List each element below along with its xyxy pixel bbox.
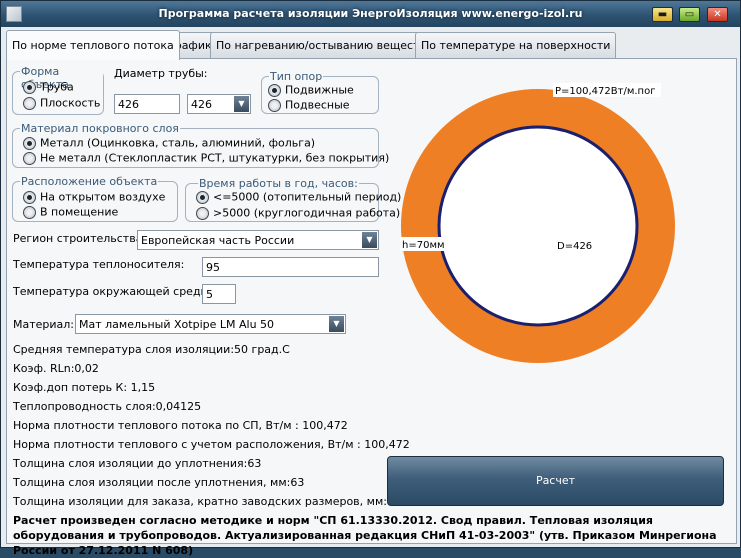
- radio-indoor[interactable]: В помещение: [23, 205, 118, 219]
- diameter-label: D=426: [557, 241, 592, 252]
- radio-heating-period[interactable]: <=5000 (отопительный период): [196, 190, 401, 204]
- pipe-diameter-label: Диаметр трубы:: [114, 67, 208, 80]
- radio-label: <=5000 (отопительный период): [213, 190, 402, 204]
- radio-indicator[interactable]: [23, 80, 36, 94]
- app-window: Программа расчета изоляции ЭнергоИзоляци…: [0, 0, 741, 557]
- result-thickness-after: Толщина слоя изоляции после уплотнения, …: [13, 476, 305, 489]
- methodology-note: Расчет произведен согласно методике и но…: [13, 514, 717, 557]
- calculate-button[interactable]: Расчет: [387, 456, 724, 506]
- radio-indicator[interactable]: [23, 205, 36, 219]
- chevron-down-icon[interactable]: ▼: [234, 96, 249, 112]
- cover-material-group: Материал покровного слоя Металл (Оцинков…: [12, 122, 389, 168]
- result-rln-coefficient: Коэф. RLn:0,02: [13, 362, 99, 375]
- radio-plane[interactable]: Плоскость: [23, 96, 100, 110]
- result-thermal-conductivity: Теплопроводность слоя:0,04125: [13, 400, 202, 413]
- support-type-group: Тип опор Подвижные Подвесные: [261, 70, 379, 114]
- radio-metal[interactable]: Металл (Оцинковка, сталь, алюминий, фоль…: [23, 136, 315, 150]
- minimize-button[interactable]: ▬: [652, 7, 673, 22]
- radio-label: Труба: [40, 80, 74, 94]
- result-thickness-order: Толщина изоляции для заказа, кратно заво…: [13, 495, 401, 508]
- radio-indicator[interactable]: [23, 136, 36, 150]
- chevron-down-icon[interactable]: ▼: [329, 316, 344, 332]
- radio-movable[interactable]: Подвижные: [268, 83, 354, 97]
- radio-year-round[interactable]: >5000 (круглогодичная работа): [196, 206, 400, 220]
- tab-content-panel: Форма объекта Труба Плоскость Диаметр тр…: [6, 58, 737, 557]
- power-label: P=100,472Вт/м.пог: [555, 86, 655, 97]
- object-shape-group: Форма объекта Труба Плоскость: [12, 65, 104, 115]
- result-heat-flux-norm: Норма плотности теплового потока по СП, …: [13, 419, 348, 432]
- pipe-circle: [437, 125, 639, 327]
- insulation-diagram: P=100,472Вт/м.пог h=70мм D=426: [400, 83, 675, 363]
- radio-outdoor[interactable]: На открытом воздухе: [23, 190, 165, 204]
- chevron-down-icon[interactable]: ▼: [362, 232, 377, 248]
- location-legend: Расположение объекта: [20, 175, 159, 188]
- ambient-temp-label: Температура окружающей среды:: [13, 285, 213, 298]
- select-value: Европейская часть России: [141, 234, 295, 247]
- location-group: Расположение объекта На открытом воздухе…: [12, 175, 178, 222]
- title-bar[interactable]: Программа расчета изоляции ЭнергоИзоляци…: [1, 1, 740, 27]
- select-value: Мат ламельный Xotpipe LM Alu 50: [79, 318, 275, 331]
- radio-non-metal[interactable]: Не металл (Стеклопластик РСТ, штукатурки…: [23, 151, 389, 165]
- radio-label: Плоскость: [40, 96, 101, 110]
- support-type-legend: Тип опор: [269, 70, 324, 83]
- material-label: Материал:: [13, 318, 75, 331]
- maximize-button[interactable]: ▭: [679, 7, 700, 22]
- tab-heat-flux-norm[interactable]: По норме теплового потока: [6, 30, 180, 60]
- tab-heating-cooling[interactable]: По нагреванию/остыванию вещества: [210, 32, 439, 59]
- radio-suspended[interactable]: Подвесные: [268, 98, 350, 112]
- carrier-temp-input[interactable]: 95: [202, 257, 379, 277]
- radio-indicator[interactable]: [23, 96, 36, 110]
- radio-indicator[interactable]: [196, 190, 209, 204]
- work-time-legend: Время работы в год, часов:: [198, 177, 359, 190]
- result-thickness-before: Толщина слоя изоляции до уплотнения:63: [13, 457, 262, 470]
- thickness-label: h=70мм: [402, 240, 445, 251]
- radio-indicator[interactable]: [268, 83, 281, 97]
- result-loss-coefficient: Коэф.доп потерь К: 1,15: [13, 381, 156, 394]
- radio-indicator[interactable]: [23, 190, 36, 204]
- pipe-diameter-input[interactable]: 426: [114, 94, 180, 114]
- radio-label: В помещение: [40, 205, 119, 219]
- radio-label: >5000 (круглогодичная работа): [213, 206, 401, 220]
- window-title: Программа расчета изоляции ЭнергоИзоляци…: [158, 7, 583, 20]
- cover-material-legend: Материал покровного слоя: [20, 122, 180, 135]
- radio-label: Металл (Оцинковка, сталь, алюминий, фоль…: [40, 136, 316, 150]
- radio-label: Не металл (Стеклопластик РСТ, штукатурки…: [40, 151, 390, 165]
- radio-indicator[interactable]: [23, 151, 36, 165]
- select-value: 426: [191, 98, 212, 111]
- pipe-diameter-select[interactable]: 426 ▼: [187, 94, 251, 114]
- radio-pipe[interactable]: Труба: [23, 80, 74, 94]
- tab-surface-temperature[interactable]: По температуре на поверхности: [415, 32, 617, 59]
- radio-label: Подвесные: [285, 98, 350, 112]
- result-avg-temperature: Средняя температура слоя изоляции:50 гра…: [13, 343, 290, 356]
- result-heat-flux-location: Норма плотности теплового с учетом распо…: [13, 438, 410, 451]
- radio-label: Подвижные: [285, 83, 354, 97]
- close-button[interactable]: ✕: [707, 7, 728, 22]
- radio-label: На открытом воздухе: [40, 190, 166, 204]
- work-time-group: Время работы в год, часов: <=5000 (отопи…: [185, 177, 401, 222]
- carrier-temp-label: Температура теплоносителя:: [13, 258, 185, 271]
- region-label: Регион строительства:: [13, 232, 147, 245]
- radio-indicator[interactable]: [196, 206, 209, 220]
- material-select[interactable]: Мат ламельный Xotpipe LM Alu 50 ▼: [75, 314, 346, 334]
- ambient-temp-input[interactable]: 5: [202, 284, 236, 304]
- radio-indicator[interactable]: [268, 98, 281, 112]
- region-select[interactable]: Европейская часть России ▼: [137, 230, 379, 250]
